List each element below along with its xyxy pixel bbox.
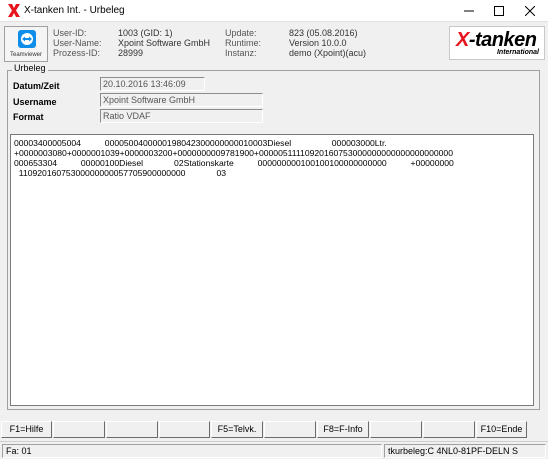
username-label: Username: [13, 97, 57, 107]
maximize-button[interactable]: [484, 0, 514, 22]
f10-end-button[interactable]: F10=Ende: [476, 421, 527, 438]
instance-label: Instanz:: [225, 48, 257, 58]
format-label: Format: [13, 112, 44, 122]
info-bar: Teamviewer User-ID: 1003 (GID: 1) User-N…: [2, 23, 546, 63]
update-label: Update:: [225, 28, 257, 38]
f8-finfo-button[interactable]: F8=F-Info: [317, 421, 369, 438]
raw-line: 00003400005004 0000500400000198042300000…: [14, 138, 387, 148]
minimize-button[interactable]: [454, 0, 484, 22]
close-icon: [525, 6, 535, 16]
brand-rest: -tanken: [468, 29, 537, 51]
urbeleg-group-title: Urbeleg: [12, 63, 48, 73]
f5-telvk-button[interactable]: F5=Telvk.: [211, 421, 263, 438]
brand-subtitle: International: [496, 49, 539, 56]
user-name-label: User-Name:: [53, 38, 102, 48]
urbeleg-raw-text[interactable]: 00003400005004 0000500400000198042300000…: [10, 134, 534, 406]
instance-value: demo (Xpoint)(acu): [289, 48, 367, 58]
runtime-label: Runtime:: [225, 38, 262, 48]
title-bar[interactable]: X-tanken Int. - Urbeleg: [0, 0, 548, 22]
teamviewer-label: Teamviewer: [9, 52, 42, 58]
status-bar: Fa: 01 tkurbeleg:C 4NL0-81PF-DELN S: [0, 441, 548, 459]
brand-logo: X-tanken International: [449, 26, 545, 60]
window-title: X-tanken Int. - Urbeleg: [24, 5, 125, 16]
raw-line: 000653304 00000100Diesel 02Stationskarte…: [14, 158, 454, 168]
datetime-label: Datum/Zeit: [13, 81, 60, 91]
teamviewer-button[interactable]: Teamviewer: [4, 26, 48, 62]
username-field: Xpoint Software GmbH: [100, 93, 263, 107]
process-id-value: 28999: [118, 48, 144, 58]
user-id-value: 1003 (GID: 1): [118, 28, 173, 38]
user-name-value: Xpoint Software GmbH: [118, 38, 211, 48]
maximize-icon: [494, 6, 504, 16]
status-program: tkurbeleg:C 4NL0-81PF-DELN S: [384, 444, 546, 458]
runtime-value: Version 10.0.0: [289, 38, 347, 48]
raw-line: 11092016075300000000057705900000000 03: [14, 168, 227, 178]
function-key-bar: F1=Hilfe F5=Telvk. F8=F-Info F10=Ende: [0, 421, 548, 439]
fkey-4-button[interactable]: [159, 421, 210, 438]
datetime-field: 20.10.2016 13:46:09: [100, 77, 205, 91]
user-id-label: User-ID:: [53, 28, 87, 38]
process-id-label: Prozess-ID:: [53, 48, 101, 58]
teamviewer-icon: [18, 30, 36, 48]
update-value: 823 (05.08.2016): [289, 28, 358, 38]
close-button[interactable]: [515, 0, 545, 22]
format-field: Ratio VDAF: [100, 109, 263, 123]
brand-x: X: [456, 29, 469, 51]
x-logo-icon: [8, 4, 20, 17]
fkey-6-button[interactable]: [264, 421, 316, 438]
f1-help-button[interactable]: F1=Hilfe: [1, 421, 52, 438]
fkey-2-button[interactable]: [53, 421, 105, 438]
minimize-icon: [464, 10, 474, 12]
fkey-blank-button[interactable]: [423, 421, 475, 438]
fkey-9-button[interactable]: [370, 421, 422, 438]
status-company: Fa: 01: [2, 444, 382, 458]
raw-line: +0000003080+0000001039+0000003200+000000…: [14, 148, 453, 158]
fkey-3-button[interactable]: [106, 421, 158, 438]
